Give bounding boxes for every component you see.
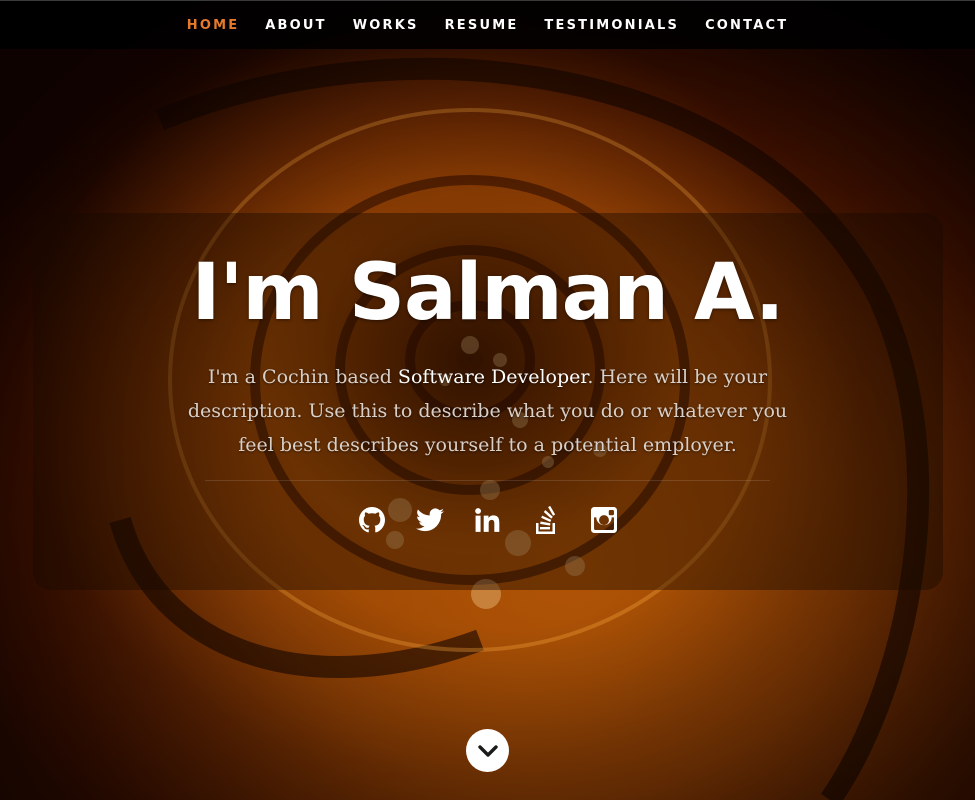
nav-item-works[interactable]: WORKS	[353, 18, 419, 33]
twitter-link[interactable]	[415, 502, 444, 538]
banner-description: I'm a Cochin based Software Developer. H…	[170, 360, 805, 462]
banner-divider	[205, 480, 770, 481]
description-highlight: Software Developer	[397, 366, 588, 388]
nav-item-about[interactable]: ABOUT	[265, 18, 326, 33]
stackoverflow-icon	[535, 505, 555, 534]
linkedin-icon	[475, 508, 500, 532]
github-link[interactable]	[358, 502, 386, 538]
nav-item-testimonials[interactable]: TESTIMONIALS	[544, 18, 679, 33]
instagram-icon	[590, 507, 617, 533]
instagram-link[interactable]	[590, 502, 618, 538]
chevron-down-icon	[477, 744, 498, 757]
stackoverflow-link[interactable]	[532, 502, 560, 538]
social-links	[0, 502, 975, 538]
linkedin-link[interactable]	[474, 502, 502, 538]
github-icon	[358, 507, 385, 533]
nav-item-resume[interactable]: RESUME	[445, 18, 519, 33]
main-navigation: HOME ABOUT WORKS RESUME TESTIMONIALS CON…	[0, 0, 975, 49]
description-text-1: I'm a Cochin based	[207, 366, 398, 388]
nav-item-home[interactable]: HOME	[187, 18, 240, 33]
twitter-icon	[415, 508, 444, 532]
nav-item-contact[interactable]: CONTACT	[705, 18, 788, 33]
page-title: I'm Salman A.	[191, 248, 785, 338]
scroll-down-button[interactable]	[466, 729, 509, 772]
